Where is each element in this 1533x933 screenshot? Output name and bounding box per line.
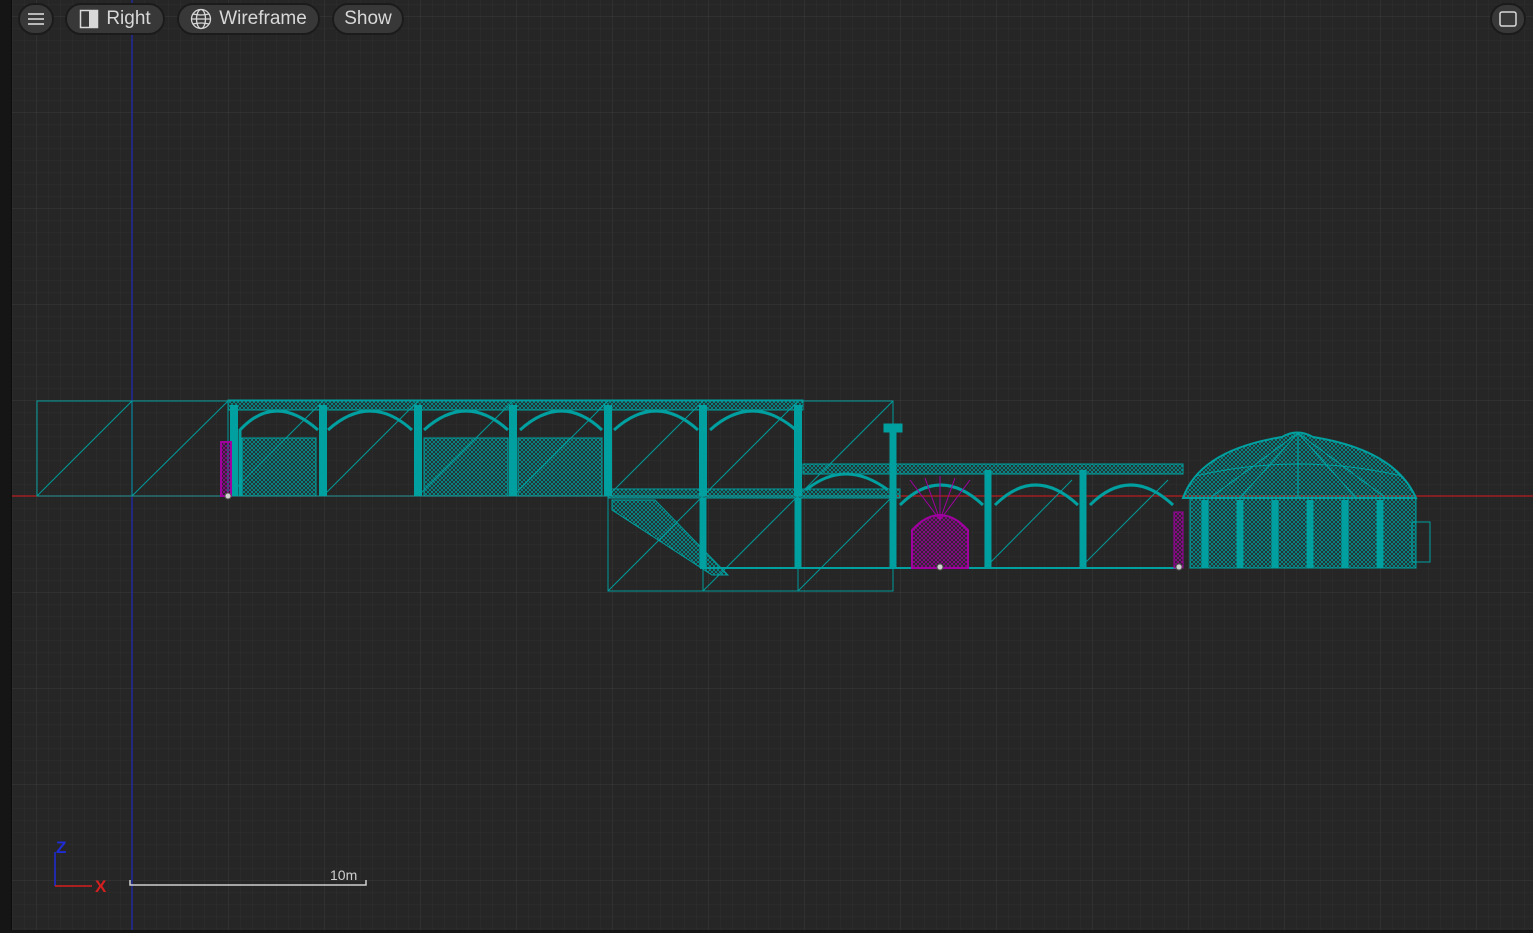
gizmo-x-label: X bbox=[95, 877, 107, 896]
maximize-viewport-button[interactable] bbox=[1490, 3, 1526, 35]
shading-mode-button[interactable]: Wireframe bbox=[177, 3, 320, 35]
view-mode-button[interactable]: Right bbox=[65, 3, 165, 35]
globe-wireframe-icon bbox=[190, 8, 212, 30]
maximize-window-icon bbox=[1499, 11, 1517, 27]
view-mode-label: Right bbox=[106, 8, 151, 29]
scale-bar-label: 10m bbox=[330, 867, 358, 883]
viewport-menu-button[interactable] bbox=[18, 3, 54, 35]
hamburger-menu-icon bbox=[28, 12, 44, 26]
left-panel-edge bbox=[0, 0, 12, 933]
show-flags-label: Show bbox=[344, 8, 392, 29]
gizmo-z-label: Z bbox=[56, 838, 67, 857]
3d-viewport[interactable] bbox=[0, 0, 1533, 933]
show-flags-button[interactable]: Show bbox=[332, 3, 404, 35]
view-panel-icon bbox=[79, 9, 99, 29]
shading-mode-label: Wireframe bbox=[219, 8, 307, 29]
